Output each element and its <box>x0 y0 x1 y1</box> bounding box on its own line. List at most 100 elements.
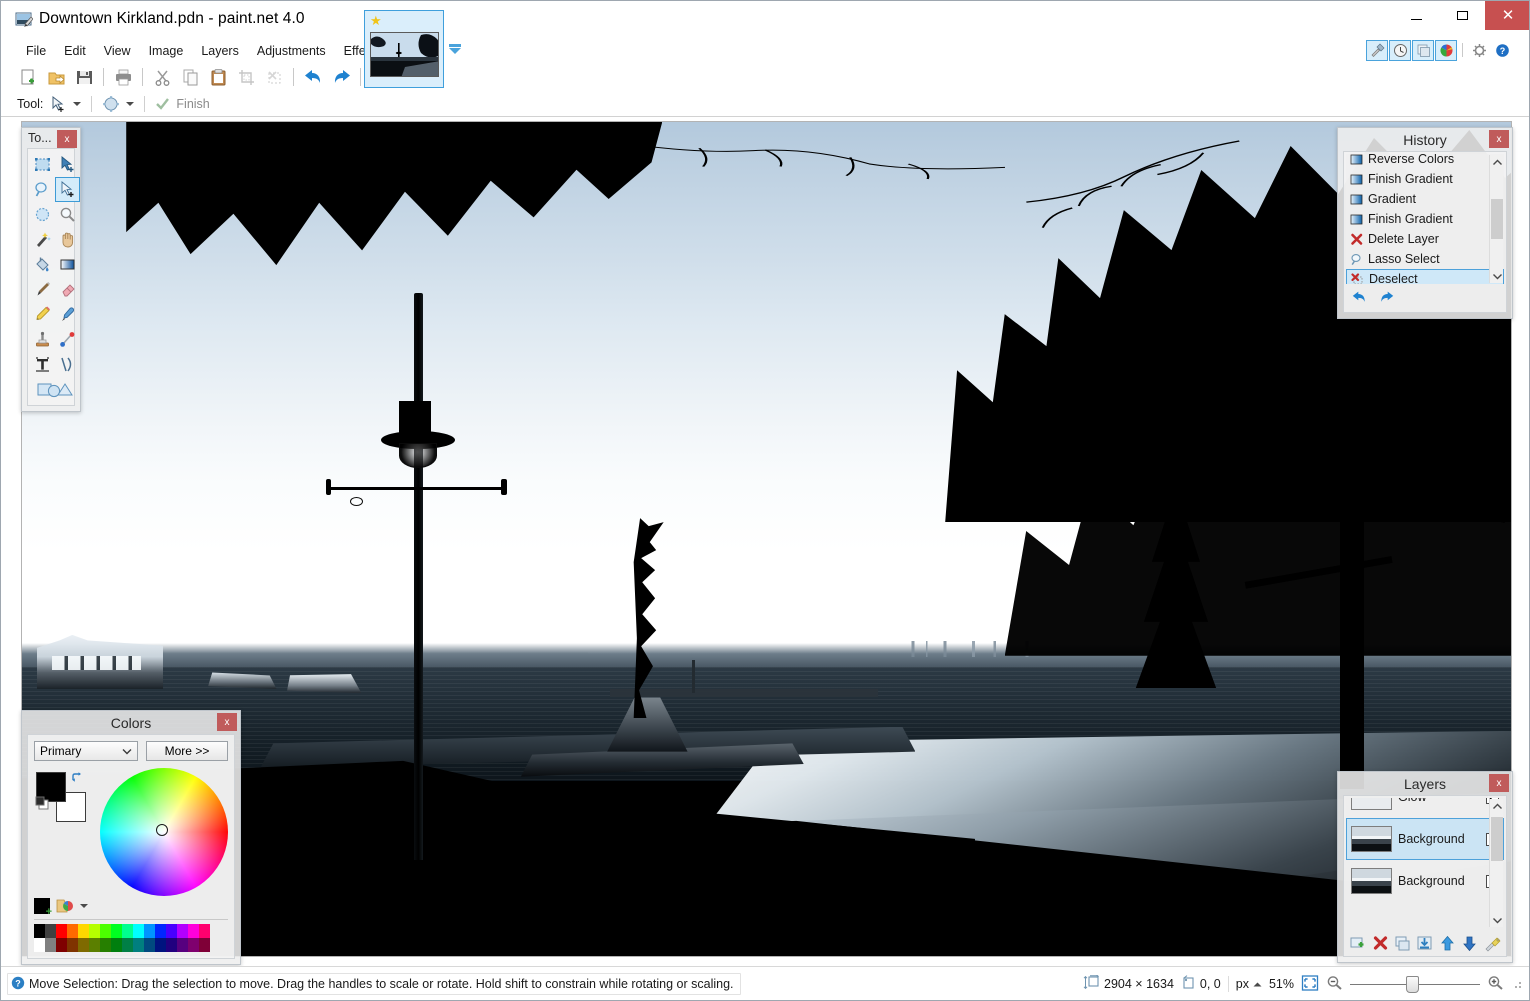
palette-swatch[interactable] <box>133 924 144 938</box>
layer-properties-button[interactable] <box>1483 933 1502 953</box>
palette-swatch[interactable] <box>144 924 155 938</box>
palette-swatch[interactable] <box>78 924 89 938</box>
document-thumbnail[interactable]: ★ <box>364 10 444 88</box>
reset-colors-icon[interactable] <box>35 796 50 811</box>
history-panel-header[interactable]: History x <box>1338 128 1512 151</box>
text-tool[interactable] <box>30 352 55 377</box>
history-item[interactable]: Lasso Select <box>1346 249 1504 269</box>
undo-button[interactable] <box>300 64 326 90</box>
magic-wand-tool[interactable] <box>30 227 55 252</box>
layer-item[interactable]: Glow ✔ <box>1346 798 1504 818</box>
menu-layers[interactable]: Layers <box>192 41 248 61</box>
delete-layer-button[interactable] <box>1370 933 1389 953</box>
palette-swatch[interactable] <box>166 924 177 938</box>
open-palette-button[interactable] <box>56 898 74 914</box>
palette-swatch[interactable] <box>166 938 177 952</box>
history-item[interactable]: Finish Gradient <box>1346 209 1504 229</box>
duplicate-layer-button[interactable] <box>1393 933 1412 953</box>
palette-swatch[interactable] <box>177 938 188 952</box>
minimize-button[interactable] <box>1393 1 1439 30</box>
zoom-slider-thumb[interactable] <box>1406 976 1419 993</box>
deselect-all-button[interactable] <box>261 64 287 90</box>
document-list-dropdown[interactable] <box>448 42 462 56</box>
tools-toggle-button[interactable] <box>1366 40 1388 61</box>
paste-button[interactable] <box>205 64 231 90</box>
color-wheel-cursor[interactable] <box>156 824 168 836</box>
clone-stamp-tool[interactable] <box>30 327 55 352</box>
history-item[interactable]: Reverse Colors <box>1346 154 1504 169</box>
swap-colors-icon[interactable] <box>70 771 83 784</box>
history-scrollbar[interactable] <box>1489 155 1503 283</box>
new-button[interactable] <box>15 64 41 90</box>
scroll-down-arrow-icon[interactable] <box>1490 913 1504 927</box>
settings-button[interactable] <box>1468 40 1490 61</box>
layers-panel-close-button[interactable]: x <box>1489 774 1509 792</box>
menu-view[interactable]: View <box>95 41 140 61</box>
palette-swatch[interactable] <box>199 938 210 952</box>
scroll-down-arrow-icon[interactable] <box>1490 269 1504 283</box>
palette-dropdown-arrow[interactable] <box>80 904 88 908</box>
move-selection-icon[interactable] <box>49 95 67 113</box>
history-item[interactable]: Delete Layer <box>1346 229 1504 249</box>
merge-layer-down-button[interactable] <box>1415 933 1434 953</box>
color-mode-select[interactable]: Primary <box>34 741 138 761</box>
help-button[interactable]: ? <box>1491 40 1513 61</box>
palette-swatch[interactable] <box>89 924 100 938</box>
palette-swatch[interactable] <box>67 924 78 938</box>
palette-swatch[interactable] <box>155 938 166 952</box>
history-toggle-button[interactable] <box>1389 40 1411 61</box>
units-group[interactable]: px <box>1236 977 1262 991</box>
print-button[interactable] <box>110 64 136 90</box>
tool-dropdown-arrow[interactable] <box>73 102 81 106</box>
layers-scrollbar[interactable] <box>1489 799 1503 927</box>
history-item-selected[interactable]: Deselect <box>1346 269 1504 284</box>
palette-swatch[interactable] <box>155 924 166 938</box>
history-panel-close-button[interactable]: x <box>1489 130 1509 148</box>
copy-button[interactable] <box>177 64 203 90</box>
palette-swatch[interactable] <box>34 938 45 952</box>
ellipse-select-tool[interactable] <box>30 202 55 227</box>
paintbrush-tool[interactable] <box>30 277 55 302</box>
rectangle-select-tool[interactable] <box>30 152 55 177</box>
history-list[interactable]: Reverse Colors Finish Gradient Gradient <box>1346 154 1504 284</box>
recolor-tool[interactable] <box>55 327 80 352</box>
scrollbar-thumb[interactable] <box>1491 199 1503 239</box>
move-selected-tool[interactable] <box>55 152 80 177</box>
colors-panel-header[interactable]: Colors x <box>22 711 240 734</box>
palette-swatch[interactable] <box>111 938 122 952</box>
palette-swatch[interactable] <box>177 924 188 938</box>
lasso-select-tool[interactable] <box>30 177 55 202</box>
palette-swatch[interactable] <box>111 924 122 938</box>
history-redo-button[interactable] <box>1377 290 1396 308</box>
gradient-tool[interactable] <box>55 252 80 277</box>
layers-panel-header[interactable]: Layers x <box>1338 772 1512 795</box>
close-button[interactable]: ✕ <box>1485 1 1530 30</box>
palette-swatch[interactable] <box>67 938 78 952</box>
menu-image[interactable]: Image <box>140 41 193 61</box>
palette-swatch[interactable] <box>45 924 56 938</box>
add-layer-button[interactable] <box>1348 933 1367 953</box>
palette-swatch[interactable] <box>56 938 67 952</box>
tools-panel-header[interactable]: To... x <box>22 128 80 148</box>
maximize-button[interactable] <box>1439 1 1485 30</box>
colors-panel-close-button[interactable]: x <box>217 713 237 731</box>
redo-button[interactable] <box>328 64 354 90</box>
zoom-slider[interactable] <box>1350 976 1480 992</box>
paint-bucket-tool[interactable] <box>30 252 55 277</box>
palette-swatch[interactable] <box>144 938 155 952</box>
palette-swatch[interactable] <box>56 924 67 938</box>
menu-edit[interactable]: Edit <box>55 41 95 61</box>
layers-toggle-button[interactable] <box>1412 40 1434 61</box>
layer-item[interactable]: Background ✔ <box>1346 860 1504 902</box>
layer-item-selected[interactable]: Background ✔ <box>1346 818 1504 860</box>
scrollbar-thumb[interactable] <box>1491 817 1503 861</box>
colors-toggle-button[interactable] <box>1435 40 1457 61</box>
save-button[interactable] <box>71 64 97 90</box>
palette-swatch[interactable] <box>122 924 133 938</box>
palette-swatch[interactable] <box>78 938 89 952</box>
resize-grip-icon[interactable] <box>1511 978 1523 990</box>
zoom-out-button[interactable] <box>1326 975 1343 993</box>
shape-dropdown-arrow[interactable] <box>126 102 134 106</box>
color-picker-tool[interactable] <box>55 302 80 327</box>
palette-swatch[interactable] <box>188 924 199 938</box>
